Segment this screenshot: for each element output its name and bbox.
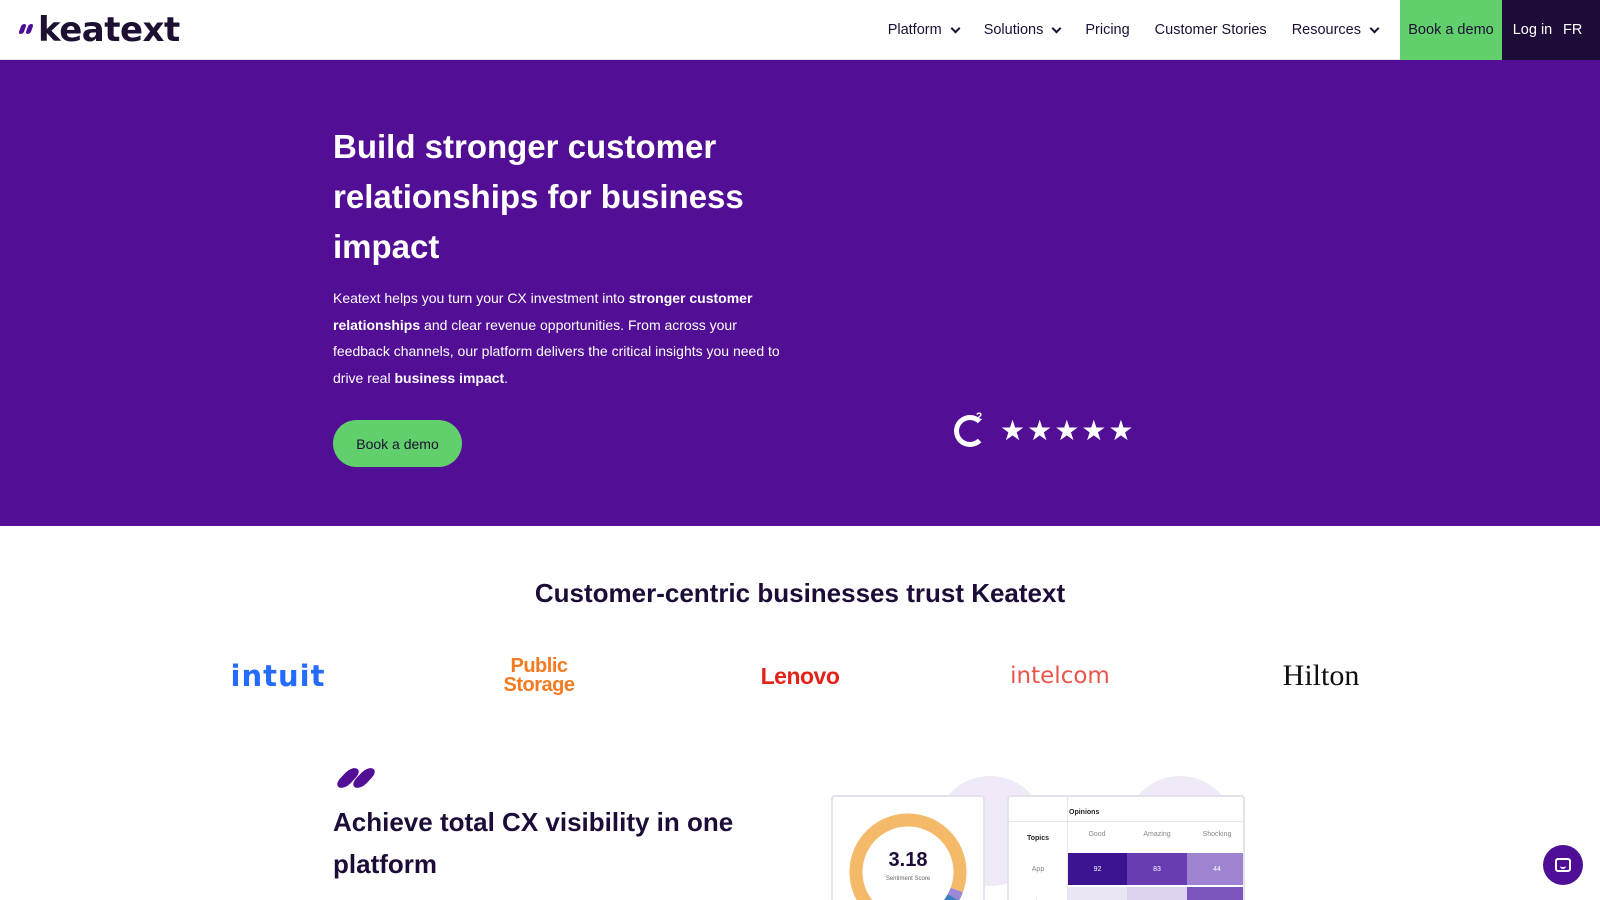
sentiment-card: 3.18 Sentiment Score [831,795,985,900]
lenovo-logo: Lenovo [760,662,840,689]
table-header-good: Good [1088,830,1106,838]
nav-customer-stories[interactable]: Customer Stories [1155,22,1267,38]
hero-text-3: . [504,369,509,386]
nav-platform-label: Platform [887,22,942,38]
g2-superscript: 2 [976,410,983,423]
nav-platform[interactable]: Platform [887,22,961,38]
main-nav: Platform Solutions Pricing Customer Stor… [888,0,1600,60]
hero-text-1: Keatext helps you turn your CX investmen… [333,290,629,306]
logo-wordmark: keatext [38,10,180,50]
public-storage-logo-line2: Storage [503,674,575,696]
hero-title: Build stronger customer relationships fo… [333,128,744,265]
logo-quote-icon [18,20,36,40]
opinions-header: Opinions [1069,808,1100,816]
section-title: Achieve total CX visibility in one platf… [333,807,734,879]
nav-solutions-label: Solutions [983,22,1044,38]
table-header-shocking: Shocking [1202,830,1232,838]
chat-launcher-button[interactable] [1543,845,1583,885]
client-logos: intuit Public Storage Lenovo intelcom Hi… [0,650,1600,702]
trust-heading: Customer-centric businesses trust Keatex… [534,578,1066,608]
table-header-amazing: Amazing [1143,830,1171,838]
table-cell: 11 [1068,887,1127,900]
nav-customer-stories-label: Customer Stories [1154,22,1267,38]
sentiment-score-label: Sentiment Score [885,876,931,882]
chevron-down-icon [950,23,961,33]
intuit-logo: intuit [230,659,326,693]
intelcom-logo: intelcom [1010,663,1110,689]
public-storage-logo: Public Storage [449,650,629,702]
nav-pricing[interactable]: Pricing [1085,22,1129,38]
opinions-table-card: Opinions Topics Good Amazing Shocking Ap… [1007,795,1245,900]
site-header: keatext Platform Solutions Pricing Custo… [0,0,1600,60]
login-button[interactable]: Log in [1502,0,1563,60]
hero-description: Keatext helps you turn your CX investmen… [333,285,793,391]
nav-pricing-label: Pricing [1085,22,1130,38]
sentiment-score: 3.18 [888,849,928,871]
nav-solutions[interactable]: Solutions [983,22,1062,38]
quote-icon [333,766,379,790]
g2-logo-icon: 2 [954,411,986,447]
header-book-demo-button[interactable]: Book a demo [1400,0,1502,60]
table-cell: 44 [1187,853,1243,885]
table-cell: 18 [1127,887,1187,900]
keatext-logo[interactable]: keatext [18,10,180,50]
chat-icon [1555,858,1571,872]
table-cell: 68 [1187,887,1243,900]
table-cell: 83 [1127,853,1187,885]
nav-resources-label: Resources [1291,22,1361,38]
table-header-topics: Topics [1026,834,1050,842]
nav-resources[interactable]: Resources [1291,22,1380,38]
chevron-down-icon [1369,23,1380,33]
table-cell: 92 [1068,853,1127,885]
hero-text-bold-2: business impact [394,369,505,386]
language-toggle[interactable]: FR [1563,0,1600,60]
table-row-topic: Driver [1009,887,1067,900]
hero-section: Build stronger customer relationships fo… [0,60,1600,526]
hilton-logo: Hilton [1282,659,1360,692]
star-rating-icon: ★★★★★ [1000,414,1136,447]
chevron-down-icon [1051,23,1062,33]
hero-book-demo-button[interactable]: Book a demo [333,420,462,467]
g2-rating: 2 ★★★★★ [954,411,1136,447]
table-row-topic: App [1031,865,1045,873]
